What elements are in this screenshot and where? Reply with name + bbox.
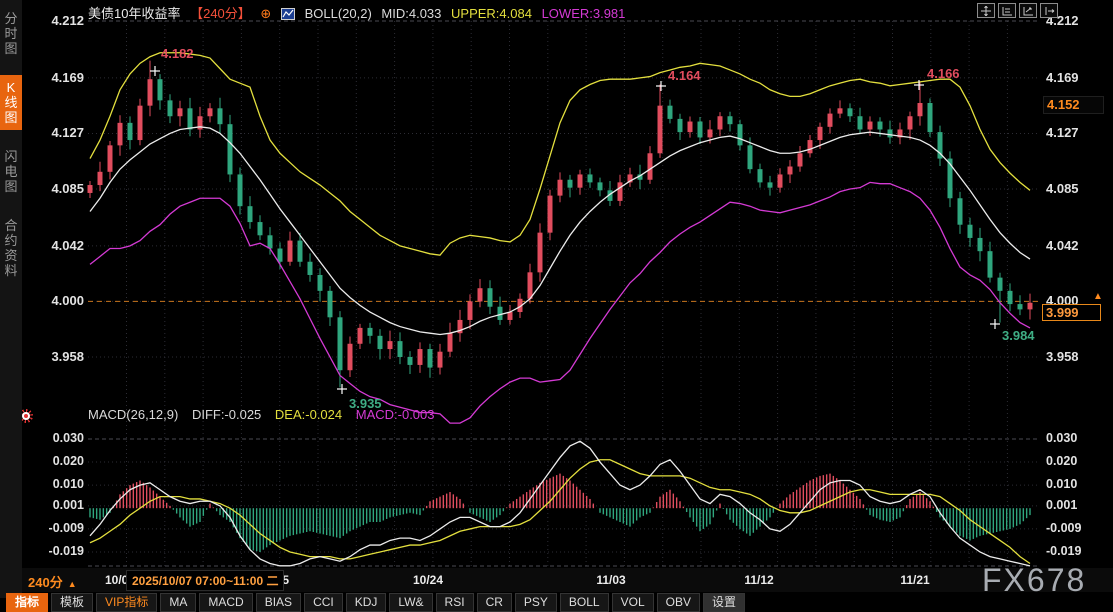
macd-label-left: -0.019	[34, 544, 84, 558]
price-up-arrow-icon: ▲	[1093, 291, 1103, 302]
macd-dea-value: DEA:-0.024	[275, 407, 342, 422]
annotations-layer: 4.1824.1644.1663.9353.984	[150, 46, 1035, 411]
axis-shift-icon[interactable]	[1040, 3, 1058, 18]
period-caret-icon: ▲	[68, 579, 77, 589]
price-label-left: 4.085	[34, 181, 84, 196]
boll-lower-band	[90, 182, 1030, 423]
chart-type-sidebar: 分时图 K线图闪电图合约资料	[0, 0, 22, 598]
price-label-right: 4.127	[1046, 125, 1079, 140]
instrument-title: 美债10年收益率	[88, 6, 180, 21]
date-tick-11/21: 11/21	[900, 573, 929, 587]
price-label-left: 4.042	[34, 238, 84, 253]
toolbar-button-设置[interactable]: 设置	[703, 593, 745, 612]
toolbar-button-CR[interactable]: CR	[477, 593, 512, 612]
period-selector[interactable]: 240分 ▲	[28, 572, 77, 591]
date-tick-11/12: 11/12	[744, 573, 773, 587]
price-label-right: 4.042	[1046, 238, 1079, 253]
toolbar-button-BIAS[interactable]: BIAS	[256, 593, 301, 612]
macd-label-right: -0.009	[1046, 521, 1081, 535]
sidebar-tab-label: 分时图	[4, 11, 18, 56]
price-label-left: 4.212	[34, 13, 84, 28]
macd-label-right: -0.019	[1046, 544, 1081, 558]
sidebar-tab-label: K线图	[4, 80, 18, 125]
toolbar-button-VOL[interactable]: VOL	[612, 593, 654, 612]
sidebar-tab-label: 合约资料	[4, 218, 18, 278]
macd-label-right: 0.030	[1046, 431, 1077, 445]
bar-time-tooltip: 2025/10/07 07:00~11:00 二	[126, 570, 284, 591]
macd-label-left: 0.001	[34, 498, 84, 512]
sidebar-tab-4[interactable]: 合约资料	[0, 213, 22, 283]
brand-watermark: FX678	[982, 562, 1086, 599]
sidebar-tab-1[interactable]: 分时图	[0, 6, 22, 61]
chart-application-window: 分时图 K线图闪电图合约资料 美债10年收益率 【240分】 ⊕ BOLL(20,…	[0, 0, 1113, 612]
macd-label-right: 0.020	[1046, 454, 1077, 468]
extreme-annotation: 4.182	[161, 46, 194, 61]
period-tag[interactable]: 【240分】	[190, 6, 251, 21]
sidebar-tab-2[interactable]: K线图	[0, 75, 22, 130]
boll-indicator-label: BOLL(20,2)	[305, 6, 372, 21]
price-label-right: 4.169	[1046, 70, 1079, 85]
macd-label-left: 0.020	[34, 454, 84, 468]
last-price-marker: 3.999	[1042, 304, 1101, 321]
price-label-right: 4.085	[1046, 181, 1079, 196]
macd-label-right: 0.010	[1046, 477, 1077, 491]
price-macd-chart-canvas[interactable]: 4.1824.1644.1663.9353.984	[0, 0, 1113, 612]
macd-label-left: 0.030	[34, 431, 84, 445]
price-label-left: 4.169	[34, 70, 84, 85]
move-tool-icon[interactable]	[977, 3, 995, 18]
boll-lower-value: LOWER:3.981	[542, 6, 626, 21]
candles-layer	[88, 61, 1033, 388]
indicator-toolbar: 指标模板VIP指标MAMACDBIASCCIKDJLW&RSICRPSYBOLL…	[6, 593, 745, 612]
time-axis-row: 240分▲ 10/0610/1510/2411/0311/1211/21 202…	[22, 568, 1113, 592]
extreme-annotation: 3.984	[1002, 328, 1035, 343]
toolbar-button-LW&[interactable]: LW&	[389, 593, 432, 612]
price-label-left: 3.958	[34, 349, 84, 364]
date-tick-11/03: 11/03	[596, 573, 625, 587]
sidebar-tab-3[interactable]: 闪电图	[0, 144, 22, 199]
toolbar-button-PSY[interactable]: PSY	[515, 593, 557, 612]
sidebar-tab-label: 闪电图	[4, 149, 18, 194]
macd-diff-value: DIFF:-0.025	[192, 407, 261, 422]
price-label-left: 4.000	[34, 293, 84, 308]
toolbar-button-模板[interactable]: 模板	[51, 593, 93, 612]
axis-scale-icon[interactable]	[1019, 3, 1037, 18]
price-label-right: 3.958	[1046, 349, 1079, 364]
toolbar-button-MA[interactable]: MA	[160, 593, 196, 612]
chart-tools-group	[977, 3, 1058, 18]
toolbar-button-RSI[interactable]: RSI	[436, 593, 474, 612]
macd-label-right: 0.001	[1046, 498, 1077, 512]
period-selector-label: 240分	[28, 575, 63, 590]
toolbar-button-VIP指标[interactable]: VIP指标	[96, 593, 157, 612]
macd-indicator-label: MACD(26,12,9)	[88, 407, 178, 422]
macd-label-left: -0.009	[34, 521, 84, 535]
toolbar-button-OBV[interactable]: OBV	[657, 593, 700, 612]
macd-label-left: 0.010	[34, 477, 84, 491]
macd-hist-value: MACD:-0.003	[356, 407, 435, 422]
toolbar-button-BOLL[interactable]: BOLL	[560, 593, 609, 612]
toolbar-button-指标[interactable]: 指标	[6, 593, 48, 612]
prev-settlement-marker: 4.152	[1043, 96, 1104, 114]
axis-fit-icon[interactable]	[998, 3, 1016, 18]
toolbar-button-CCI[interactable]: CCI	[304, 593, 343, 612]
date-tick-10/24: 10/24	[413, 573, 443, 587]
toolbar-button-MACD[interactable]: MACD	[199, 593, 252, 612]
macd-header: MACD(26,12,9) DIFF:-0.025 DEA:-0.024 MAC…	[88, 407, 445, 422]
extreme-annotation: 4.166	[927, 66, 960, 81]
chart-header: 美债10年收益率 【240分】 ⊕ BOLL(20,2) MID:4.033 U…	[88, 3, 631, 19]
add-indicator-icon[interactable]: ⊕	[260, 6, 271, 21]
boll-upper-value: UPPER:4.084	[451, 6, 532, 21]
mini-chart-icon	[281, 8, 295, 23]
boll-mid-value: MID:4.033	[381, 6, 441, 21]
price-label-left: 4.127	[34, 125, 84, 140]
extreme-annotation: 4.164	[668, 68, 701, 83]
toolbar-button-KDJ[interactable]: KDJ	[346, 593, 387, 612]
